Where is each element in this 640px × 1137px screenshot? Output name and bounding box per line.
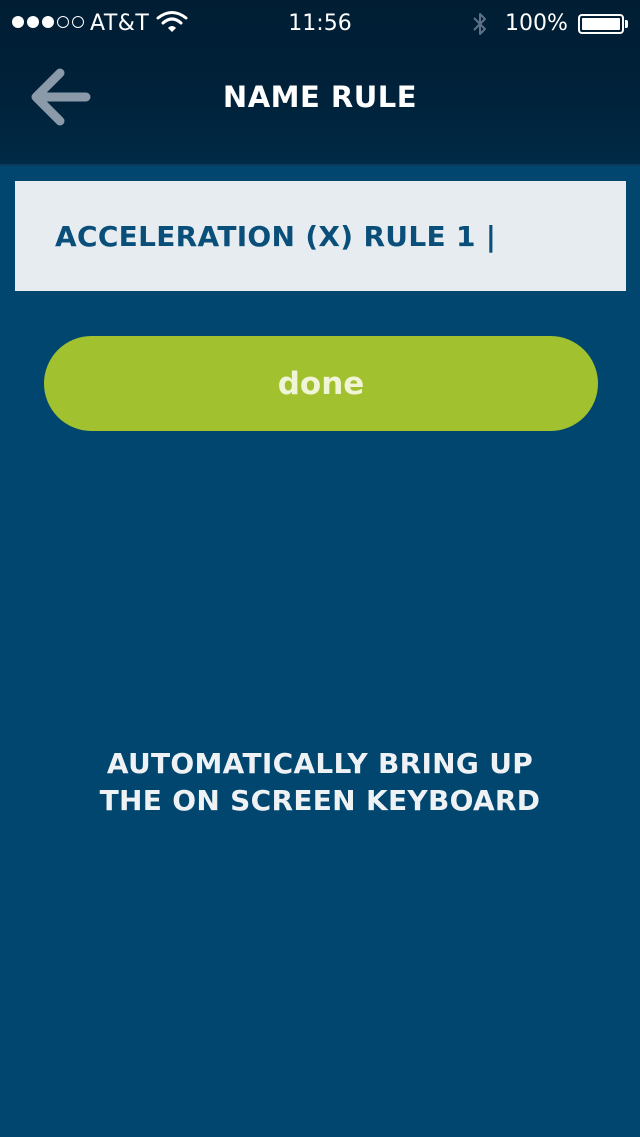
top-bar: AT&T 11:56 100% NAME RULE xyxy=(0,0,640,166)
keyboard-note: AUTOMATICALLY BRING UP THE ON SCREEN KEY… xyxy=(0,745,640,819)
keyboard-note-line-2: THE ON SCREEN KEYBOARD xyxy=(99,784,541,817)
keyboard-note-line-1: AUTOMATICALLY BRING UP xyxy=(106,747,534,780)
rule-name-input[interactable]: ACCELERATION (X) RULE 1 | xyxy=(15,181,626,291)
battery-icon xyxy=(578,14,624,34)
battery-percentage: 100% xyxy=(505,11,568,36)
done-button-label: done xyxy=(277,365,365,402)
rule-name-value: ACCELERATION (X) RULE 1 | xyxy=(55,219,497,253)
done-button[interactable]: done xyxy=(44,336,598,431)
status-bar: AT&T 11:56 100% xyxy=(0,0,640,48)
page-title: NAME RULE xyxy=(222,80,418,114)
bluetooth-icon xyxy=(473,13,486,35)
